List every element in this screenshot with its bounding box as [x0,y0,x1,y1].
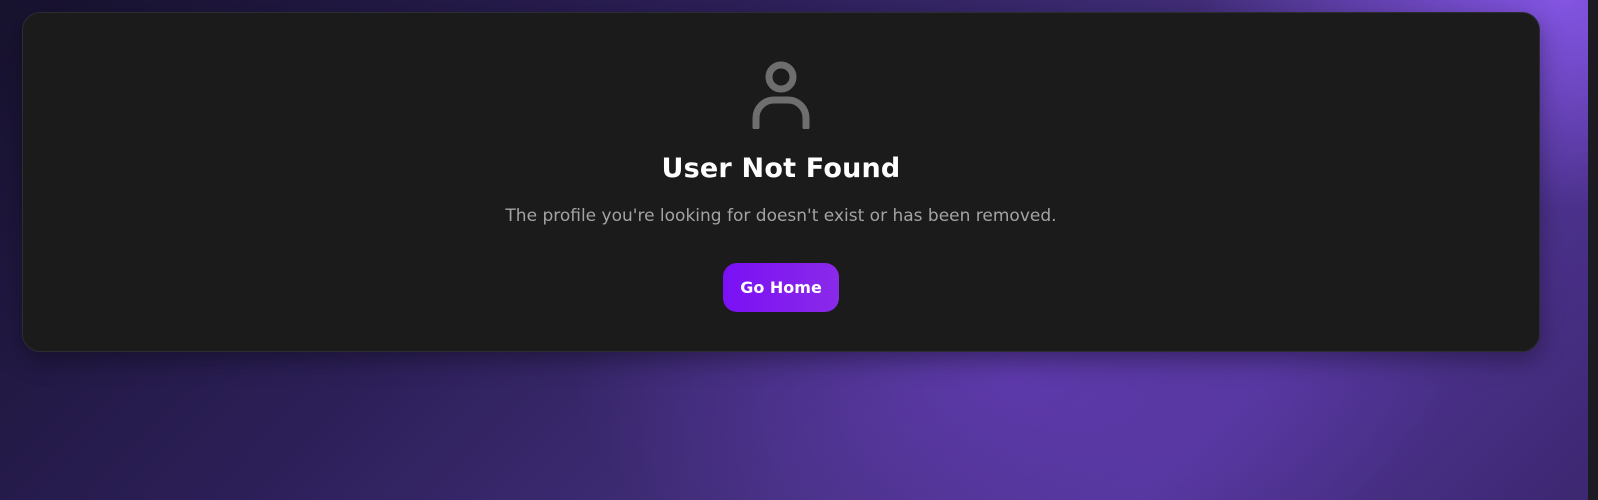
user-icon [745,57,817,129]
window-edge-strip [1588,0,1598,500]
not-found-card: User Not Found The profile you're lookin… [22,12,1540,352]
page-title: User Not Found [661,153,901,184]
error-message: The profile you're looking for doesn't e… [505,206,1057,226]
go-home-button[interactable]: Go Home [723,263,839,312]
